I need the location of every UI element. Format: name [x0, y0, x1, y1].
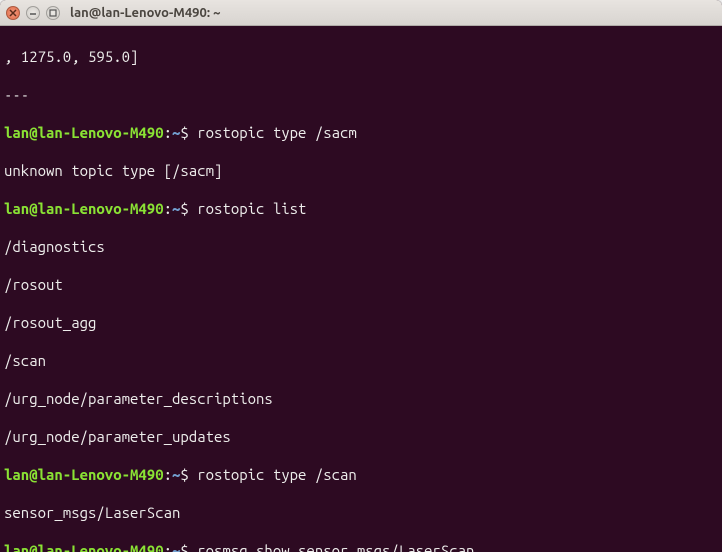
prompt-sep: :	[164, 200, 172, 217]
prompt-line: lan@lan-Lenovo-M490:~$ rostopic type /sc…	[4, 465, 718, 484]
output-line: , 1275.0, 595.0]	[4, 47, 718, 66]
output-line: unknown topic type [/sacm]	[4, 161, 718, 180]
prompt-sep: :	[164, 466, 172, 483]
output-line: /scan	[4, 351, 718, 370]
output-line: /urg_node/parameter_descriptions	[4, 389, 718, 408]
prompt-dollar: $	[180, 124, 188, 141]
prompt-userhost: lan@lan-Lenovo-M490	[4, 542, 164, 552]
output-line: /urg_node/parameter_updates	[4, 427, 718, 446]
output-line: /rosout_agg	[4, 313, 718, 332]
prompt-line: lan@lan-Lenovo-M490:~$ rosmsg show senso…	[4, 541, 718, 552]
command-text: rosmsg show sensor_msgs/LaserScan	[197, 542, 474, 552]
prompt-dollar: $	[180, 542, 188, 552]
prompt-sep: :	[164, 124, 172, 141]
close-icon[interactable]	[6, 6, 20, 20]
command-text: rostopic list	[197, 200, 306, 217]
output-line: /rosout	[4, 275, 718, 294]
prompt-line: lan@lan-Lenovo-M490:~$ rostopic list	[4, 199, 718, 218]
output-line: sensor_msgs/LaserScan	[4, 503, 718, 522]
output-line: /diagnostics	[4, 237, 718, 256]
prompt-userhost: lan@lan-Lenovo-M490	[4, 466, 164, 483]
titlebar[interactable]: lan@lan-Lenovo-M490: ~	[0, 0, 722, 26]
terminal-body[interactable]: , 1275.0, 595.0] --- lan@lan-Lenovo-M490…	[0, 26, 722, 552]
command-text: rostopic type /scan	[197, 466, 357, 483]
prompt-userhost: lan@lan-Lenovo-M490	[4, 124, 164, 141]
prompt-sep: :	[164, 542, 172, 552]
minimize-icon[interactable]	[26, 6, 40, 20]
window-title: lan@lan-Lenovo-M490: ~	[70, 6, 220, 20]
prompt-dollar: $	[180, 466, 188, 483]
output-line: ---	[4, 85, 718, 104]
prompt-userhost: lan@lan-Lenovo-M490	[4, 200, 164, 217]
maximize-icon[interactable]	[46, 6, 60, 20]
terminal-window: lan@lan-Lenovo-M490: ~ , 1275.0, 595.0] …	[0, 0, 722, 552]
prompt-dollar: $	[180, 200, 188, 217]
command-text: rostopic type /sacm	[197, 124, 357, 141]
window-controls	[6, 6, 60, 20]
prompt-line: lan@lan-Lenovo-M490:~$ rostopic type /sa…	[4, 123, 718, 142]
